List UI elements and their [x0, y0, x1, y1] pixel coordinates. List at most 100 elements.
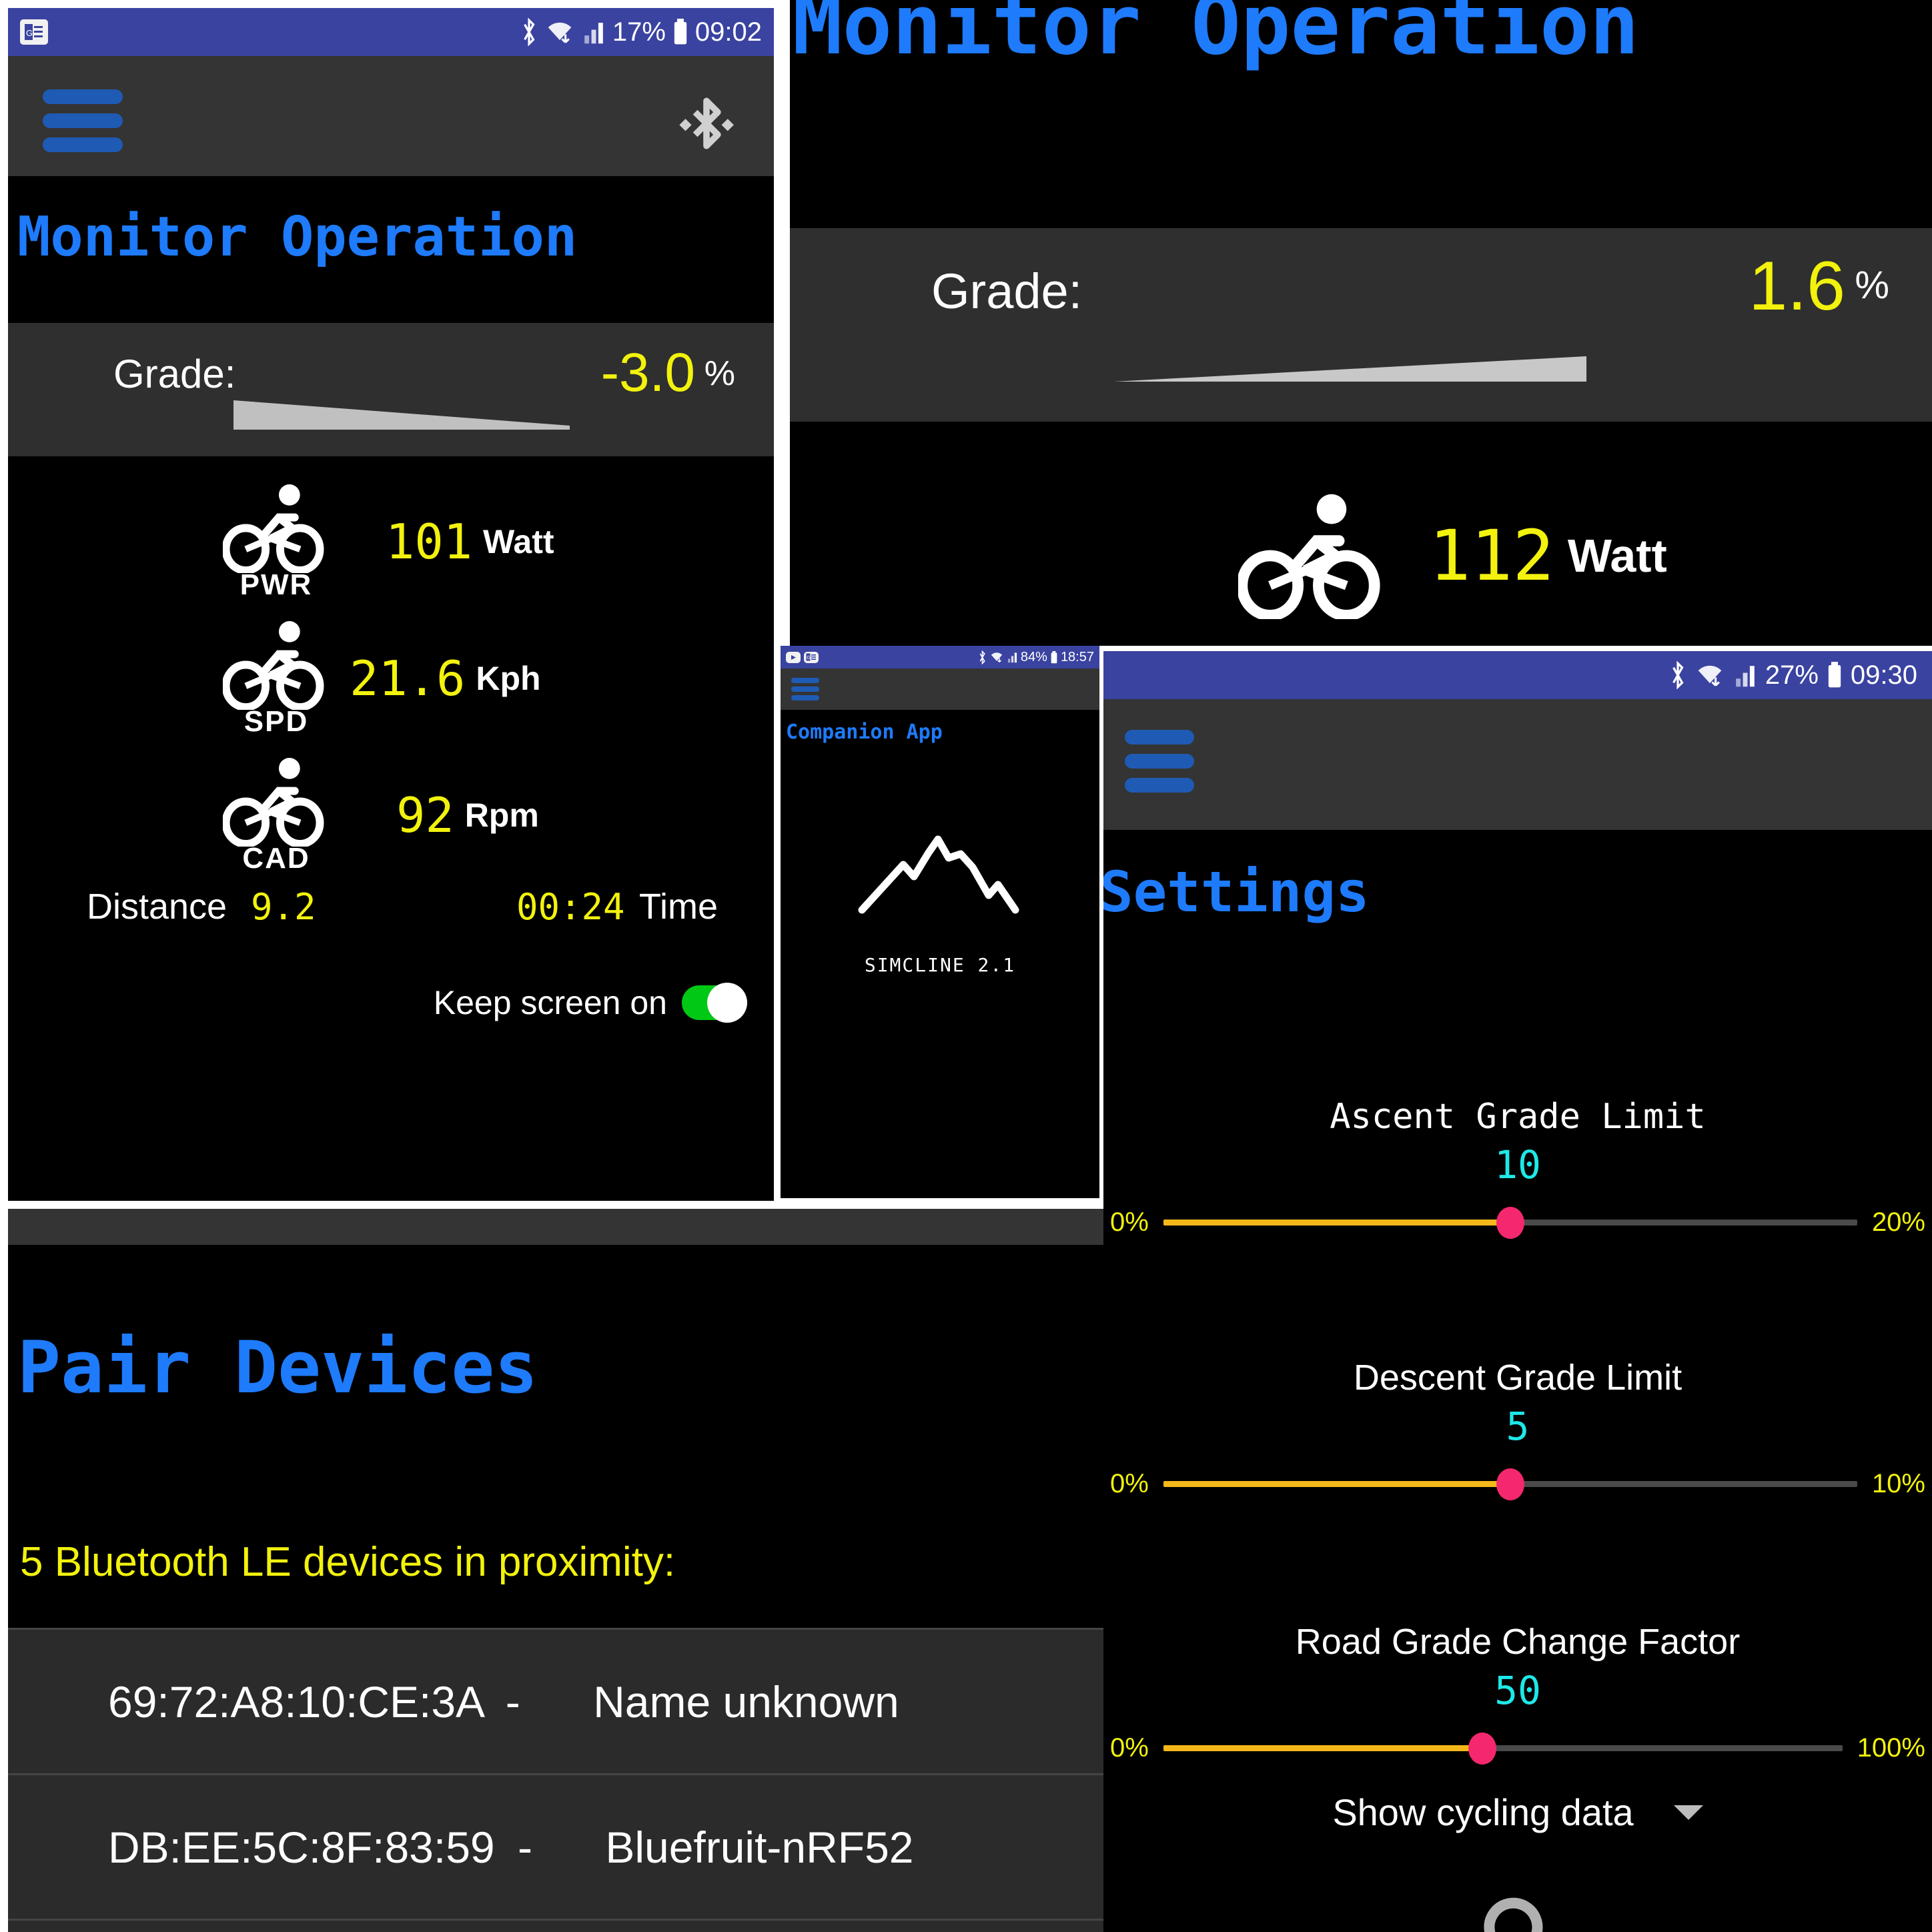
cyclist-icon: PWR: [221, 483, 330, 601]
grade-panel-zoom: Grade: 1.6 %: [790, 228, 1932, 422]
slider-value: 50: [1494, 1668, 1541, 1713]
hamburger-menu-icon[interactable]: [43, 89, 123, 152]
bluetooth-icon: [1672, 661, 1684, 689]
cyclist-icon: CAD: [221, 757, 330, 875]
wifi-icon: [1698, 665, 1722, 686]
metric-value-spd: 21.6: [350, 650, 466, 706]
bluetooth-searching-icon[interactable]: [676, 93, 737, 153]
slider-road-grade-change-factor[interactable]: Road Grade Change Factor 50 0% 100%: [1103, 1621, 1932, 1765]
grade-unit-zoom: %: [1855, 264, 1889, 307]
grade-value: -3.0: [600, 342, 695, 403]
slider-fill: [1163, 1220, 1510, 1226]
battery-percent-text: 84%: [1020, 649, 1047, 664]
page-title-zoom: Monitor Operation: [793, 0, 1640, 73]
metric-unit-spd: Kph: [476, 659, 541, 697]
page-title-pair: Pair Devices: [17, 1326, 538, 1410]
app-toolbar-companion: [781, 668, 1099, 710]
metric-value-pwr: 101: [386, 513, 473, 570]
show-cycling-data-dropdown[interactable]: Show cycling data: [1103, 1791, 1932, 1834]
device-address: 69:72:A8:10:CE:3A: [108, 1676, 483, 1727]
google-news-icon: G: [20, 19, 48, 45]
device-count-summary: 5 Bluetooth LE devices in proximity:: [20, 1539, 676, 1585]
cellular-signal-icon: [1007, 652, 1017, 663]
status-clock: 18:57: [1060, 649, 1094, 664]
page-title-settings: Settings: [1103, 859, 1370, 925]
grade-slope-indicator-zoom: [1114, 356, 1586, 382]
svg-text:G: G: [26, 28, 33, 38]
keep-screen-on-toggle[interactable]: [682, 983, 747, 1023]
rotate-refresh-icon[interactable]: [1476, 1884, 1559, 1932]
grade-value-zoom: 1.6: [1749, 248, 1845, 325]
metric-row-cad: CAD 92 Rpm: [221, 757, 539, 875]
cellular-signal-icon: [1736, 666, 1755, 687]
battery-percent-text: 17%: [612, 17, 666, 47]
table-row[interactable]: DB:EE:5C:8F:83:59 - Bluefruit-nRF52: [8, 1773, 1103, 1919]
panel-monitor-operation-main: G 17% 09:02 Monitor Operation Grade: -3.…: [8, 8, 774, 1201]
play-store-icon: [786, 651, 801, 663]
device-separator: -: [505, 1676, 520, 1727]
bluetooth-icon: [523, 18, 535, 46]
hamburger-menu-icon[interactable]: [791, 678, 819, 700]
metric-unit-pwr-zoom: Watt: [1567, 530, 1667, 582]
wifi-icon: [548, 22, 572, 43]
slider-label: Ascent Grade Limit: [1330, 1097, 1706, 1137]
battery-percent-text: 27%: [1765, 660, 1819, 690]
slider-value: 10: [1494, 1142, 1541, 1187]
slider-track[interactable]: [1163, 1206, 1857, 1239]
slider-fill: [1163, 1481, 1510, 1487]
cyclist-icon: SPD: [221, 620, 330, 738]
slider-thumb[interactable]: [1468, 1732, 1497, 1765]
slider-value: 5: [1506, 1404, 1530, 1449]
device-name: Bluefruit-nRF52: [605, 1822, 914, 1872]
page-title-companion: Companion App: [786, 720, 943, 744]
metric-tag-pwr: PWR: [239, 568, 313, 601]
grade-unit: %: [704, 354, 735, 393]
wifi-icon: [991, 652, 1003, 662]
distance-label: Distance: [87, 887, 227, 927]
panel-monitor-operation-zoom: Monitor Operation Grade: 1.6 % 112 Watt: [790, 0, 1932, 646]
bluetooth-icon: [979, 650, 985, 664]
keep-screen-on-label: Keep screen on: [433, 984, 667, 1021]
slider-descent-grade-limit[interactable]: Descent Grade Limit 5 0% 10%: [1103, 1357, 1932, 1500]
status-bar-settings: 27% 09:30: [1103, 651, 1932, 699]
panel-companion-app: G 84% 18:57 Companion App SIMCLINE 2.1: [781, 646, 1099, 1198]
metric-tag-spd: SPD: [244, 705, 309, 738]
metric-row-pwr: PWR 101 Watt: [221, 483, 554, 601]
app-version-label: SIMCLINE 2.1: [864, 954, 1016, 976]
metric-unit-pwr: Watt: [483, 522, 554, 560]
page-title: Monitor Operation: [17, 205, 578, 269]
metric-row-spd: SPD 21.6 Kph: [221, 620, 541, 738]
table-row[interactable]: 69:72:A8:10:CE:3A - Name unknown: [8, 1628, 1103, 1773]
dropdown-label: Show cycling data: [1332, 1791, 1634, 1833]
slider-max-label: 10%: [1871, 1469, 1925, 1498]
chevron-down-icon[interactable]: [1673, 1805, 1703, 1820]
grade-panel: Grade: -3.0 %: [8, 323, 774, 456]
metric-value-pwr-zoom: 112: [1429, 515, 1554, 596]
status-bar-companion: G 84% 18:57: [781, 646, 1099, 668]
panel-pair-devices: Pair Devices 5 Bluetooth LE devices in p…: [8, 1209, 1103, 1932]
slider-min-label: 0%: [1110, 1469, 1149, 1498]
metric-tag-cad: CAD: [242, 842, 310, 875]
table-row[interactable]: [8, 1919, 1103, 1932]
grade-label-zoom: Grade:: [931, 264, 1083, 319]
battery-icon: [1051, 650, 1057, 663]
keep-screen-on-row[interactable]: Keep screen on: [433, 983, 747, 1023]
slider-thumb[interactable]: [1496, 1206, 1524, 1239]
slider-track[interactable]: [1163, 1468, 1857, 1500]
hamburger-menu-icon[interactable]: [1125, 730, 1194, 793]
metric-unit-cad: Rpm: [464, 796, 539, 834]
mountain-icon: [858, 835, 1019, 914]
slider-label: Road Grade Change Factor: [1295, 1622, 1741, 1662]
slider-max-label: 100%: [1857, 1733, 1925, 1763]
screenshot-collage: G 17% 09:02 Monitor Operation Grade: -3.…: [0, 0, 1932, 1932]
slider-label: Descent Grade Limit: [1353, 1358, 1682, 1398]
slider-ascent-grade-limit[interactable]: Ascent Grade Limit 10 0% 20%: [1103, 1097, 1932, 1239]
grade-label: Grade:: [113, 352, 236, 396]
google-news-icon: G: [804, 651, 819, 663]
slider-thumb[interactable]: [1496, 1468, 1524, 1500]
slider-track[interactable]: [1163, 1732, 1843, 1765]
panel-settings: 27% 09:30 Settings Ascent Grade Limit 10: [1103, 651, 1932, 1932]
device-name: Name unknown: [593, 1676, 899, 1727]
slider-min-label: 0%: [1110, 1208, 1149, 1237]
status-clock: 09:02: [694, 17, 762, 47]
